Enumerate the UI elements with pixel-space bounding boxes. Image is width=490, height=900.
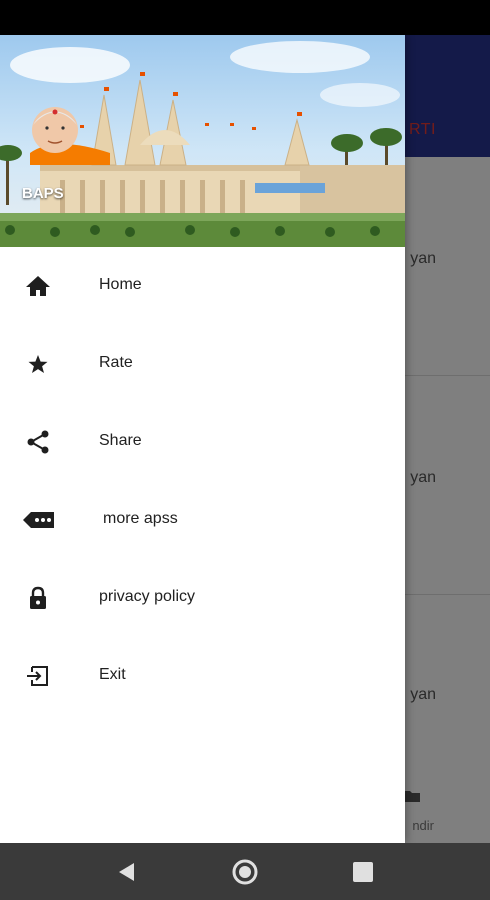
system-navigation-bar [0,843,490,900]
more-apps-icon [23,512,54,528]
menu-item-privacy-policy[interactable]: privacy policy [0,559,405,637]
drawer-header: BAPS [0,35,405,247]
temple-header-image [0,41,405,247]
menu-item-more-apps[interactable]: more apss [0,481,405,559]
back-icon[interactable] [112,858,142,886]
home-button-icon[interactable] [230,858,260,886]
menu-item-label: more apss [103,510,178,527]
menu-item-home[interactable]: Home [0,247,405,325]
menu-item-label: Rate [99,354,133,371]
navigation-drawer: BAPS Home Rate Share more apss privacy p… [0,35,405,843]
status-bar [0,0,490,35]
share-icon [27,430,49,454]
home-icon [26,276,50,296]
menu-item-exit[interactable]: Exit [0,637,405,715]
menu-item-label: Exit [99,666,126,683]
menu-item-share[interactable]: Share [0,403,405,481]
menu-item-label: Share [99,432,142,449]
drawer-header-title: BAPS [22,185,64,202]
lock-icon [30,586,46,609]
recents-icon[interactable] [348,858,378,886]
exit-icon [27,666,48,686]
menu-item-label: privacy policy [99,588,196,605]
star-icon [28,355,48,373]
menu-item-label: Home [99,276,142,293]
menu-item-rate[interactable]: Rate [0,325,405,403]
